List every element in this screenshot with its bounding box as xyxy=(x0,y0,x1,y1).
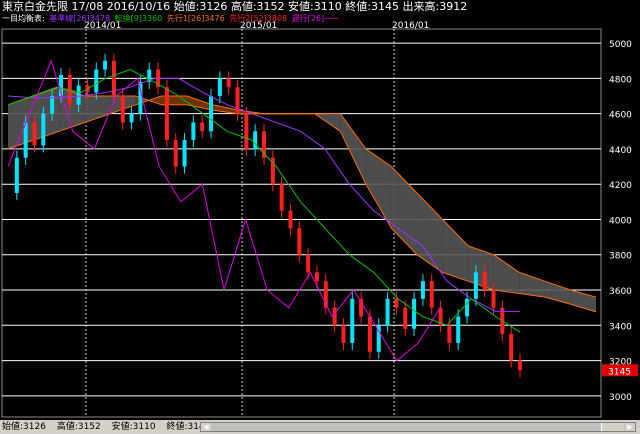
status-open: 始値:3126 xyxy=(2,422,46,432)
y-tick-label: 4200 xyxy=(609,181,632,191)
low-label: 安値: xyxy=(288,0,314,13)
candle-body xyxy=(385,298,390,326)
candle-body xyxy=(482,272,487,291)
candle-body xyxy=(244,113,249,149)
candle-body xyxy=(394,298,399,308)
candle-body xyxy=(103,60,108,70)
candle-body xyxy=(209,96,214,132)
candle-body xyxy=(509,334,514,361)
status-high: 高値:3152 xyxy=(56,422,101,432)
legend-span2: 先行2[52]3808 xyxy=(229,14,288,23)
status-low: 安値:3110 xyxy=(111,422,156,432)
candle-body xyxy=(314,272,319,282)
candle-body xyxy=(200,122,205,132)
candle-body xyxy=(129,113,134,123)
candle-body xyxy=(217,78,222,97)
cloud-segment xyxy=(493,254,520,294)
candle-body xyxy=(306,254,311,273)
ichimoku-chart: 3000320034003600380040004200440046004800… xyxy=(1,21,638,418)
open-label: 始値: xyxy=(173,0,200,13)
candle-body xyxy=(429,281,434,308)
close-value: 3145 xyxy=(370,0,399,13)
legend-lagging: 遅行[26]─── xyxy=(291,14,339,23)
candle-body xyxy=(420,281,425,299)
y-tick-label: 3000 xyxy=(609,393,632,403)
high-value: 3152 xyxy=(256,0,285,13)
last-price-label: 3145 xyxy=(608,367,631,377)
cloud-segment xyxy=(417,193,443,273)
candle-body xyxy=(94,69,99,93)
candle-body xyxy=(350,298,355,343)
legend-base-line: 基準線[26]3478 xyxy=(49,14,111,23)
cloud-segment xyxy=(442,219,469,282)
candle-body xyxy=(32,122,37,146)
scroll-left-icon[interactable]: ◀ xyxy=(201,423,211,431)
low-value: 3110 xyxy=(313,0,342,13)
legend-conversion-line: 転換[9]3360 xyxy=(114,14,163,23)
y-tick-label: 4600 xyxy=(609,111,632,121)
candle-body xyxy=(138,81,143,114)
scroll-thumb[interactable] xyxy=(601,423,624,431)
close-label: 終値: xyxy=(345,0,371,13)
candle-body xyxy=(182,140,187,167)
candle-body xyxy=(288,210,293,229)
candle-body xyxy=(41,113,46,146)
candle-body xyxy=(518,360,522,371)
volume-value: 3912 xyxy=(439,0,468,13)
y-tick-label: 5000 xyxy=(609,40,632,50)
candle-body xyxy=(226,78,231,88)
candle-body xyxy=(297,228,302,255)
candle-body xyxy=(456,316,461,343)
volume-label: 出来高: xyxy=(402,0,440,13)
candle-body xyxy=(120,96,125,123)
y-tick-label: 3800 xyxy=(609,252,632,262)
y-tick-label: 4800 xyxy=(609,75,632,85)
x-tick-label: 2016/01 xyxy=(392,21,429,31)
y-tick-label: 4000 xyxy=(609,216,632,226)
candle-body xyxy=(253,131,258,149)
open-value: 3126 xyxy=(199,0,228,13)
candle-body xyxy=(447,325,452,343)
cloud-segment xyxy=(468,245,494,291)
candle-body xyxy=(14,157,19,194)
horizontal-scrollbar[interactable]: ◀ ▶ xyxy=(200,422,636,432)
chart-header: 東京白金先限 17/08 2016/10/16 始値:3126 高値:3152 … xyxy=(2,0,467,14)
candle-body xyxy=(491,290,496,308)
quote-date: 2016/10/16 xyxy=(106,0,171,13)
instrument-name: 東京白金先限 xyxy=(2,0,68,13)
candle-body xyxy=(191,122,196,141)
candle-body xyxy=(279,184,284,211)
y-tick-label: 3400 xyxy=(609,322,632,332)
scroll-right-icon[interactable]: ▶ xyxy=(625,423,635,431)
candle-body xyxy=(173,140,178,167)
candle-body xyxy=(235,87,240,114)
candle-body xyxy=(412,298,417,329)
candle-body xyxy=(367,316,372,352)
candle-body xyxy=(164,87,169,141)
high-label: 高値: xyxy=(230,0,257,13)
candle-body xyxy=(341,325,346,343)
candle-body xyxy=(332,307,337,326)
cloud-segment xyxy=(519,272,545,298)
indicator-legend: 一目均衡表: 基準線[26]3478 転換[9]3360 先行1[26]3476… xyxy=(2,13,341,25)
contract-month: 17/08 xyxy=(71,0,104,13)
candle-body xyxy=(403,307,408,329)
legend-span1: 先行1[26]3476 xyxy=(166,14,225,23)
y-tick-label: 4400 xyxy=(609,146,632,156)
legend-title: 一目均衡表: xyxy=(2,14,45,23)
candle-body xyxy=(50,96,55,114)
candle-body xyxy=(473,272,478,299)
y-tick-label: 3600 xyxy=(609,287,632,297)
candle-body xyxy=(76,85,81,105)
cloud-segment xyxy=(365,148,392,229)
